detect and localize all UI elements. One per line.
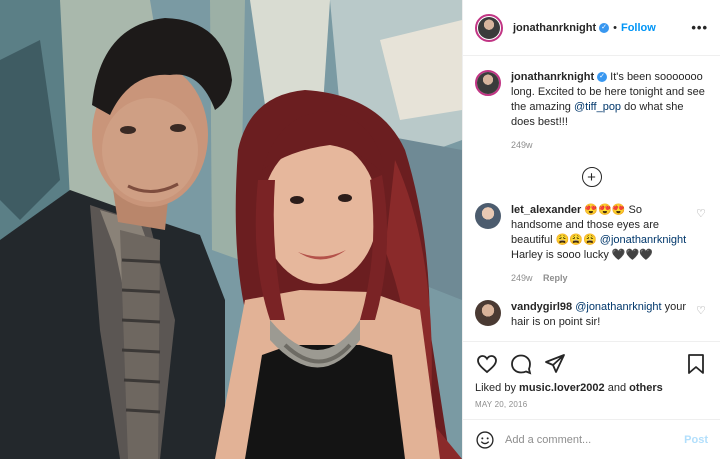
post-header: jonathanrknight ✓ • Follow ••• — [463, 0, 720, 56]
likes-mid: and — [607, 382, 627, 394]
follow-button[interactable]: Follow — [621, 22, 656, 34]
comment-item: vandygirl98 @jonathanrknight your hair i… — [475, 300, 708, 330]
comment-avatar[interactable] — [475, 300, 501, 326]
comment-username[interactable]: let_alexander — [511, 204, 581, 216]
more-options-icon[interactable]: ••• — [691, 20, 708, 35]
likes-summary: Liked by music.lover2002 and others — [475, 382, 708, 394]
post-side-panel: jonathanrknight ✓ • Follow ••• jonathanr… — [462, 0, 720, 459]
separator-dot: • — [613, 21, 617, 34]
share-send-icon[interactable] — [543, 352, 567, 376]
author-avatar[interactable] — [475, 13, 503, 42]
add-comment-bar: Post — [463, 419, 720, 459]
photo-illustration — [0, 0, 462, 459]
reply-button[interactable]: Reply — [543, 273, 568, 283]
add-comment-input[interactable] — [505, 433, 685, 446]
post-date[interactable]: MAY 20, 2016 — [475, 400, 708, 409]
post-actions: Liked by music.lover2002 and others MAY … — [463, 341, 720, 409]
caption: jonathanrknight ✓ It's been sooooooo long… — [475, 70, 708, 153]
comment-text-end: Harley is sooo lucky 🖤🖤🖤 — [511, 249, 653, 261]
comments-list[interactable]: jonathanrknight ✓ It's been sooooooo long… — [463, 56, 720, 341]
likes-user[interactable]: music.lover2002 — [519, 382, 605, 394]
comment-mention[interactable]: @jonathanrknight — [575, 301, 661, 313]
verified-badge-icon: ✓ — [597, 72, 608, 83]
load-more-comments[interactable]: + — [475, 167, 708, 187]
caption-time[interactable]: 249w — [511, 140, 533, 150]
comment-like-heart-icon[interactable]: ♡ — [696, 304, 708, 317]
comment-bubble-icon[interactable] — [509, 352, 533, 376]
comment-like-heart-icon[interactable]: ♡ — [696, 207, 708, 220]
comment-item: let_alexander 😍😍😍 So handsome and those … — [475, 203, 708, 286]
author-username[interactable]: jonathanrknight — [513, 22, 596, 34]
comment-mention[interactable]: @jonathanrknight — [600, 234, 686, 246]
caption-avatar[interactable] — [475, 70, 501, 96]
save-bookmark-icon[interactable] — [684, 352, 708, 376]
like-heart-icon[interactable] — [475, 352, 499, 376]
likes-prefix: Liked by — [475, 382, 516, 394]
comment-time[interactable]: 249w — [511, 273, 533, 283]
caption-mention[interactable]: @tiff_pop — [574, 101, 621, 113]
comment-username[interactable]: vandygirl98 — [511, 301, 572, 313]
caption-username[interactable]: jonathanrknight — [511, 71, 594, 83]
post-photo[interactable] — [0, 0, 462, 459]
comment-avatar[interactable] — [475, 203, 501, 229]
post-comment-button[interactable]: Post — [684, 434, 708, 446]
emoji-smiley-icon[interactable] — [475, 430, 495, 450]
instagram-post-view: jonathanrknight ✓ • Follow ••• jonathanr… — [0, 0, 720, 459]
likes-others[interactable]: others — [629, 382, 663, 394]
verified-badge-icon: ✓ — [599, 22, 610, 33]
plus-circle-icon[interactable]: + — [581, 167, 602, 187]
